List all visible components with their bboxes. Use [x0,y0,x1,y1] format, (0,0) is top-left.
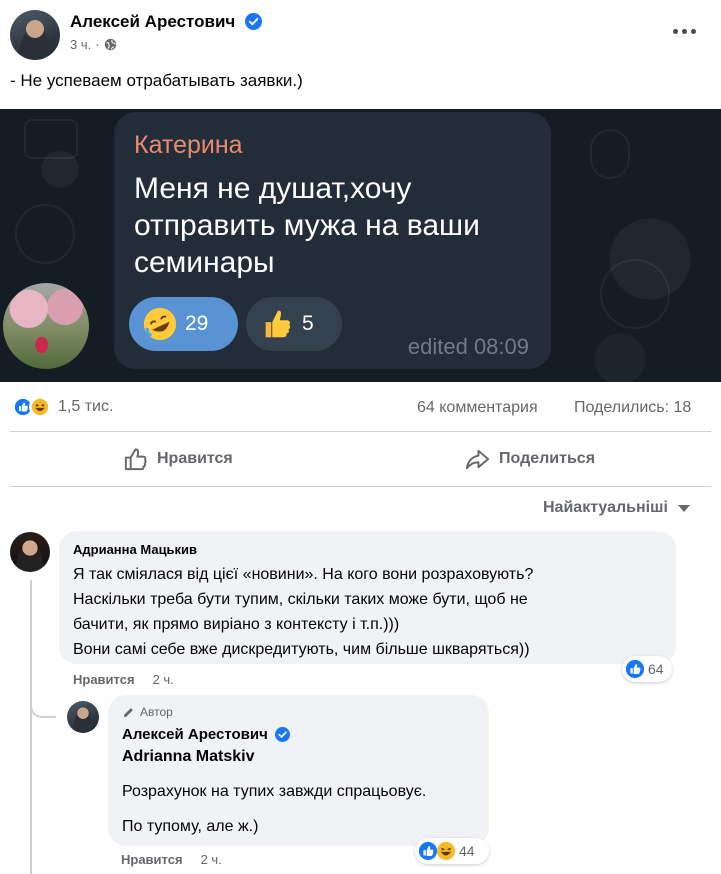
message-reaction-laugh: 29 [129,297,238,351]
post-time[interactable]: 3 ч. [70,37,91,52]
post-header: Алексей Арестович 3 ч. · [0,0,721,62]
author-badge: Автор [122,705,173,719]
divider [10,431,711,432]
verified-badge-icon [245,13,262,30]
comment-time[interactable]: 2 ч. [153,672,174,687]
post-text: - Не успеваем отрабатывать заявки.) [10,71,303,90]
comment-reactions[interactable]: 64 [622,656,672,682]
comment-actions: Нравится 2 ч. [73,672,174,687]
reactions-total: 1,5 тис. [58,398,114,415]
background-doodle [590,129,630,179]
commenter-avatar[interactable] [10,532,50,572]
background-doodle [15,204,75,264]
like-button-label: Нравится [157,450,233,467]
thumbs-up-icon [124,447,147,470]
reply-author[interactable]: Алексей Арестович [122,726,268,743]
author-badge-label: Автор [140,705,173,719]
like-reaction-icon [418,841,438,861]
comment-line: бачити, як прямо виріано з контексту і т… [73,616,400,633]
reply-reactions-count: 44 [459,843,475,859]
tagged-user[interactable]: Adrianna Matskiv [122,748,254,766]
comment-line: Вони самі себе вже дискредитують, чим бі… [73,641,530,658]
thread-line [30,580,32,874]
message-reaction-thumbs-up: 5 [246,297,342,351]
like-reaction-icon [625,659,645,679]
comment-body: Я так сміялася від цієї «новини». На ког… [73,562,663,662]
shares-count[interactable]: Поделились: 18 [574,399,691,417]
divider [10,486,711,487]
reply-reactions[interactable]: 44 [415,838,489,864]
meta-separator: · [95,37,100,52]
telegram-message-bubble: Катерина Меня не душат,хочу отправить му… [114,112,551,369]
haha-reaction-icon [436,841,456,861]
background-doodle [24,119,78,159]
post-meta: 3 ч. · [70,37,117,52]
share-button[interactable]: Поделиться [464,440,595,478]
reply-time[interactable]: 2 ч. [201,852,222,867]
message-sender: Катерина [134,131,243,159]
reply-like-link[interactable]: Нравится [121,852,183,867]
more-options-icon[interactable] [668,20,700,42]
reactions-summary[interactable]: 1,5 тис. [12,396,113,418]
reply-actions: Нравится 2 ч. [121,852,222,867]
reply-line: Розрахунок на тупих завжди спрацьовує. [122,783,427,800]
chevron-down-icon [677,504,690,512]
haha-reaction-icon [29,396,51,418]
message-text: Меня не душат,хочу отправить мужа на ваш… [134,172,480,279]
reply-author-avatar[interactable] [67,701,99,733]
comment-line: Я так сміялася від цієї «новини». На ког… [73,566,534,583]
globe-icon[interactable] [104,38,117,51]
comment-author[interactable]: Адрианна Мацькив [73,542,197,557]
reply-line: По тупому, але ж.) [122,818,259,835]
share-button-label: Поделиться [499,450,596,467]
comments-count[interactable]: 64 комментария [417,399,538,417]
verified-badge-icon [275,727,290,742]
post-stats: 1,5 тис. 64 комментария Поделились: 18 [0,392,721,424]
sender-photo-avatar [3,283,89,369]
share-arrow-icon [465,449,490,469]
reaction-count: 29 [185,312,209,335]
rolling-on-floor-laughing-emoji-icon [143,307,177,341]
comment-line: Наскільки треба бути тупим, скільки таки… [73,591,528,608]
comment-bubble: Адрианна Мацькив Я так сміялася від цієї… [59,531,676,664]
reaction-count: 5 [302,312,314,335]
like-button[interactable]: Нравится [122,440,233,478]
reply-bubble: Автор Алексей Арестович Adrianna Matskiv… [108,695,489,846]
message-edited-time: edited 08:09 [407,334,529,359]
author-name[interactable]: Алексей Арестович [70,12,235,32]
background-doodle [600,259,670,329]
author-avatar[interactable] [10,10,60,60]
post-image[interactable]: Катерина Меня не душат,хочу отправить му… [0,109,721,382]
thumbs-up-emoji-icon [265,310,291,338]
thread-connector [30,690,56,718]
sort-selected-label: Найактуальніші [543,499,668,516]
comment-like-link[interactable]: Нравится [73,672,135,687]
pen-icon [123,707,133,717]
comment-sort-dropdown[interactable]: Найактуальніші [543,499,690,517]
comment-reactions-count: 64 [648,661,664,677]
